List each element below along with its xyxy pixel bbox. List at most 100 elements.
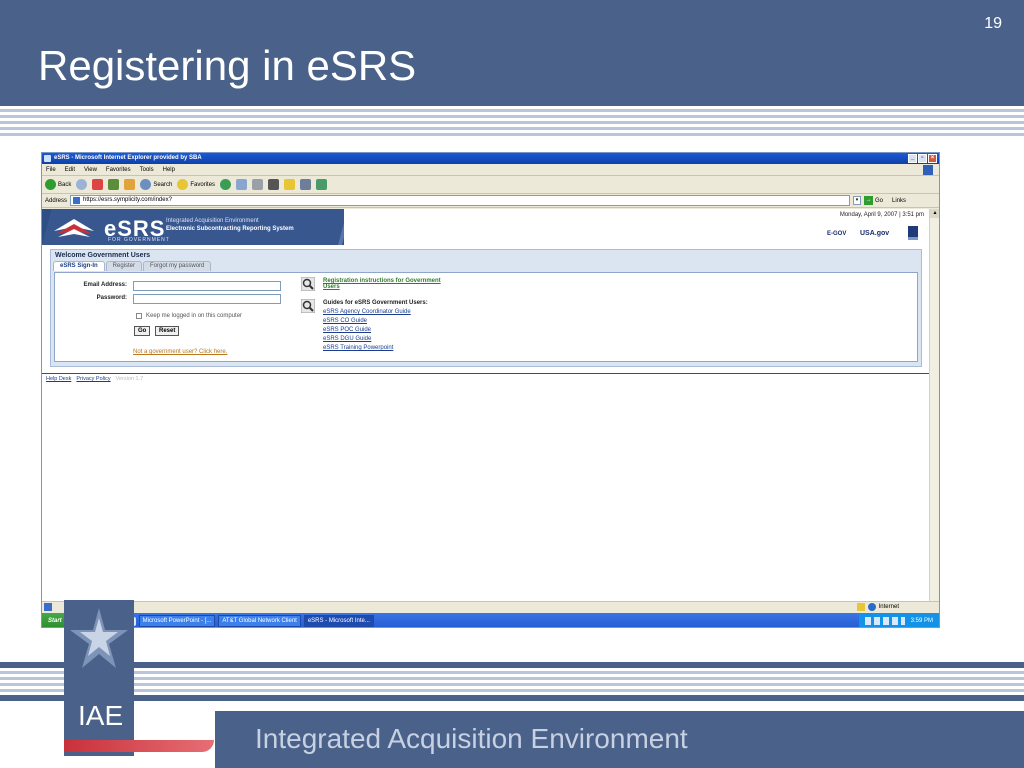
- security-zone: Internet: [856, 603, 899, 611]
- guide-link-training-powerpoint[interactable]: eSRS Training Powerpoint: [323, 345, 393, 351]
- menu-edit[interactable]: Edit: [65, 164, 75, 175]
- esrs-logo-subtitle: FOR GOVERNMENT: [108, 237, 170, 243]
- search-icon: [140, 179, 152, 190]
- iae-logo-text: IAE: [78, 700, 124, 731]
- password-label: Password:: [96, 295, 127, 301]
- address-bar: Address https://esrs.symplicity.com/inde…: [42, 194, 939, 208]
- task-powerpoint[interactable]: Microsoft PowerPoint - [...: [138, 615, 216, 627]
- egov-logo[interactable]: E-GOV: [827, 231, 846, 237]
- brand-text: Integrated Acquisition Environment: [255, 723, 688, 754]
- history-icon[interactable]: [220, 179, 232, 190]
- esrs-banner: eSRS FOR GOVERNMENT Integrated Acquisiti…: [42, 209, 930, 245]
- slide-title: Registering in eSRS: [38, 42, 417, 89]
- menu-bar: File Edit View Favorites Tools Help: [42, 164, 939, 176]
- date-time: Monday, April 9, 2007 | 3:51 pm: [839, 212, 924, 218]
- tab-sign-in[interactable]: eSRS Sign-In: [53, 261, 105, 271]
- folder-icon[interactable]: [284, 179, 296, 190]
- links-button[interactable]: Links: [892, 198, 906, 204]
- keep-logged-in-label: Keep me logged in on this computer: [146, 313, 243, 319]
- magnifier-icon: [301, 277, 315, 291]
- edit-icon[interactable]: [268, 179, 280, 190]
- guide-link-poc[interactable]: eSRS POC Guide: [323, 327, 371, 333]
- research-icon[interactable]: [300, 179, 312, 190]
- menu-help[interactable]: Help: [163, 164, 175, 175]
- mail-icon[interactable]: [236, 179, 248, 190]
- maximize-button[interactable]: ▫: [918, 154, 927, 163]
- iae-swoosh: [64, 740, 214, 752]
- refresh-icon[interactable]: [108, 179, 120, 190]
- window-title: eSRS - Microsoft Internet Explorer provi…: [54, 155, 202, 161]
- iae-star-icon: [70, 608, 128, 668]
- welcome-panel: Welcome Government Users eSRS Sign-In Re…: [50, 249, 922, 367]
- go-submit-button[interactable]: Go: [134, 326, 151, 336]
- lock-icon: [856, 603, 865, 611]
- guide-link-dgu[interactable]: eSRS DGU Guide: [323, 336, 371, 342]
- menu-view[interactable]: View: [84, 164, 97, 175]
- page-icon: [73, 197, 81, 204]
- messenger-icon[interactable]: [316, 179, 328, 190]
- registration-instructions-link[interactable]: Registration instructions for Government…: [323, 278, 453, 290]
- page-status-icon: [44, 603, 52, 611]
- version-text: Version 1.7: [115, 376, 144, 382]
- status-bar: Internet: [42, 601, 939, 613]
- email-field[interactable]: [133, 281, 281, 291]
- forward-arrow-icon[interactable]: [76, 179, 88, 190]
- sign-in-form: Email Address: Password: Keep me logged …: [54, 272, 918, 362]
- usagov-logo[interactable]: USA.gov: [860, 230, 889, 237]
- globe-icon: [867, 603, 876, 611]
- page-viewport: eSRS FOR GOVERNMENT Integrated Acquisiti…: [42, 209, 930, 601]
- federal-badge-icon: [908, 226, 918, 240]
- footer-divider: [42, 373, 930, 374]
- keep-logged-in-checkbox[interactable]: [136, 313, 142, 319]
- not-gov-user-link[interactable]: Not a government user? Click here.: [133, 349, 227, 355]
- tab-register[interactable]: Register: [105, 261, 143, 271]
- windows-flag-icon: [923, 165, 933, 175]
- tab-bar: eSRS Sign-In Register Forgot my password: [51, 261, 921, 271]
- magnifier-icon: [301, 299, 315, 313]
- back-arrow-icon: [45, 179, 56, 190]
- back-button[interactable]: Back: [45, 179, 71, 190]
- print-icon[interactable]: [252, 179, 264, 190]
- guide-link-agency-coordinator[interactable]: eSRS Agency Coordinator Guide: [323, 309, 411, 315]
- esrs-system-name: Electronic Subcontracting Reporting Syst…: [166, 226, 294, 232]
- header-stripes: [0, 100, 1024, 139]
- star-icon: [177, 179, 189, 190]
- search-button[interactable]: Search: [140, 179, 172, 190]
- go-arrow-icon: →: [864, 196, 874, 205]
- privacy-policy-link[interactable]: Privacy Policy: [76, 376, 110, 382]
- menu-file[interactable]: File: [46, 164, 56, 175]
- page-footer: Help Desk Privacy Policy Version 1.7: [46, 376, 143, 382]
- menu-tools[interactable]: Tools: [140, 164, 154, 175]
- toolbar: Back Search Favorites: [42, 176, 939, 194]
- system-tray: 3:59 PM: [858, 613, 939, 627]
- address-dropdown-icon[interactable]: ▾: [853, 196, 862, 205]
- close-button[interactable]: ×: [928, 154, 937, 163]
- menu-favorites[interactable]: Favorites: [106, 164, 131, 175]
- reset-button[interactable]: Reset: [155, 326, 180, 336]
- ie-icon: [44, 155, 51, 162]
- slide-header: Registering in eSRS 19: [0, 0, 1024, 100]
- panel-title: Welcome Government Users: [55, 252, 151, 259]
- guides-heading: Guides for eSRS Government Users:: [323, 300, 428, 306]
- go-button[interactable]: → Go: [864, 196, 883, 205]
- guide-link-co[interactable]: eSRS CO Guide: [323, 318, 367, 324]
- home-icon[interactable]: [124, 179, 136, 190]
- tab-forgot-password[interactable]: Forgot my password: [143, 261, 212, 271]
- favorites-button[interactable]: Favorites: [177, 179, 215, 190]
- address-input[interactable]: https://esrs.symplicity.com/index?: [70, 195, 851, 206]
- vertical-scrollbar[interactable]: ▴: [929, 209, 939, 601]
- password-field[interactable]: [133, 294, 281, 304]
- clock: 3:59 PM: [910, 618, 933, 624]
- address-label: Address: [45, 197, 68, 204]
- stop-icon[interactable]: [92, 179, 104, 190]
- task-esrs-browser[interactable]: eSRS - Microsoft Inte...: [303, 615, 374, 627]
- task-att-client[interactable]: AT&T Global Network Client: [218, 615, 301, 627]
- iae-logo: [64, 600, 134, 756]
- minimize-button[interactable]: _: [908, 154, 917, 163]
- windows-taskbar: Start Microsoft PowerPoint - [... AT&T G…: [42, 613, 939, 627]
- scroll-up-icon[interactable]: ▴: [930, 209, 939, 218]
- slide-number: 19: [984, 15, 1002, 32]
- tray-icons[interactable]: [864, 617, 905, 625]
- browser-window: eSRS - Microsoft Internet Explorer provi…: [41, 152, 940, 628]
- help-desk-link[interactable]: Help Desk: [46, 376, 71, 382]
